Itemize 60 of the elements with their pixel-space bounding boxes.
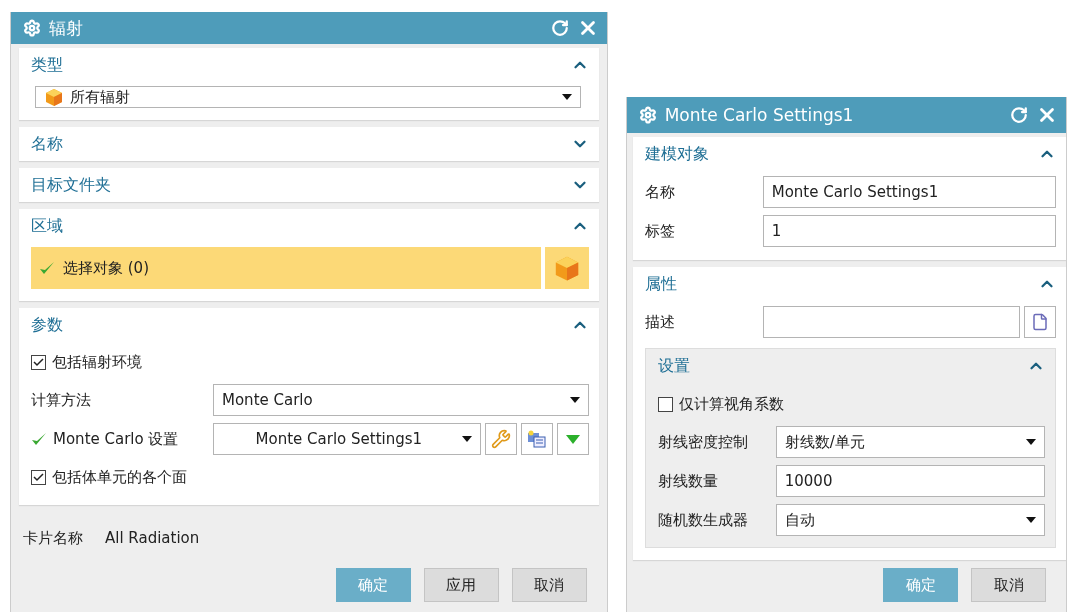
field-label: 射线数量 [657, 471, 719, 491]
checkbox[interactable] [31, 469, 46, 485]
settings-icon[interactable] [23, 19, 41, 37]
input-field[interactable]: 1 [762, 215, 1056, 247]
card-name-label: 卡片名称 [23, 529, 83, 548]
dropdown[interactable]: Monte Carlo Settings1 [213, 423, 481, 455]
dropdown-caret-icon [461, 436, 472, 442]
card-name-value: All Radiation [105, 529, 200, 548]
dropdown-caret-icon [1026, 517, 1036, 523]
wrench-button[interactable] [484, 423, 517, 455]
section-title: 属性 [644, 273, 677, 295]
section-title: 建模对象 [644, 143, 709, 165]
window-title: 辐射 [49, 16, 84, 40]
section-title: 参数 [31, 314, 63, 336]
dropdown[interactable]: Monte Carlo [213, 384, 589, 416]
dropdown-caret-icon [561, 94, 572, 100]
field-label: 标签 [644, 221, 676, 241]
selection-label: 选择对象 (0) [63, 258, 149, 278]
dialog-button[interactable]: 应用 [423, 568, 499, 602]
checkbox-label: 包括体单元的各个面 [52, 467, 187, 487]
selection-bar[interactable]: 选择对象 (0) [31, 247, 541, 289]
window-title: Monte Carlo Settings1 [664, 105, 855, 125]
dropdown-caret-icon [1026, 439, 1036, 445]
checkbox-label: 包括辐射环境 [52, 352, 142, 372]
field-label: 名称 [644, 182, 676, 202]
input-field[interactable]: 10000 [775, 465, 1045, 497]
dropdown[interactable]: 自动 [775, 504, 1045, 536]
dropdown-caret-icon [569, 397, 580, 403]
table-button[interactable] [520, 423, 553, 455]
section-title: 区域 [31, 215, 63, 237]
dialog-button[interactable]: 取消 [511, 568, 587, 602]
settings-icon[interactable] [638, 106, 657, 124]
dropdown[interactable]: 所有辐射 [35, 86, 581, 108]
document-button[interactable] [1024, 306, 1056, 338]
cube-button[interactable] [544, 247, 589, 289]
section-title: 名称 [31, 133, 63, 155]
input-field[interactable] [762, 306, 1020, 338]
input-field[interactable]: Monte Carlo Settings1 [762, 176, 1056, 208]
checkbox[interactable] [31, 354, 46, 370]
reset-icon[interactable] [1010, 106, 1028, 124]
reset-icon[interactable] [550, 19, 569, 37]
field-label: 描述 [644, 312, 676, 332]
group-title: 设置 [657, 355, 690, 377]
check-icon [31, 431, 47, 447]
checkbox[interactable] [657, 396, 673, 412]
field-label: 射线密度控制 [657, 432, 749, 452]
field-label: 计算方法 [31, 390, 92, 410]
dropdown-arrow-button[interactable] [556, 423, 589, 455]
triangle-icon [565, 434, 580, 444]
document-icon [1031, 313, 1049, 331]
checkbox-label: 仅计算视角系数 [678, 394, 784, 414]
section-title: 目标文件夹 [31, 174, 111, 196]
cube-icon [44, 87, 64, 107]
check-icon [39, 260, 55, 276]
field-label: Monte Carlo 设置 [53, 429, 179, 449]
section-title: 类型 [31, 54, 63, 76]
field-label: 随机数生成器 [657, 510, 749, 530]
table-icon [526, 430, 547, 448]
dialog-button[interactable]: 取消 [971, 568, 1046, 602]
dropdown[interactable]: 射线数/单元 [775, 426, 1045, 458]
